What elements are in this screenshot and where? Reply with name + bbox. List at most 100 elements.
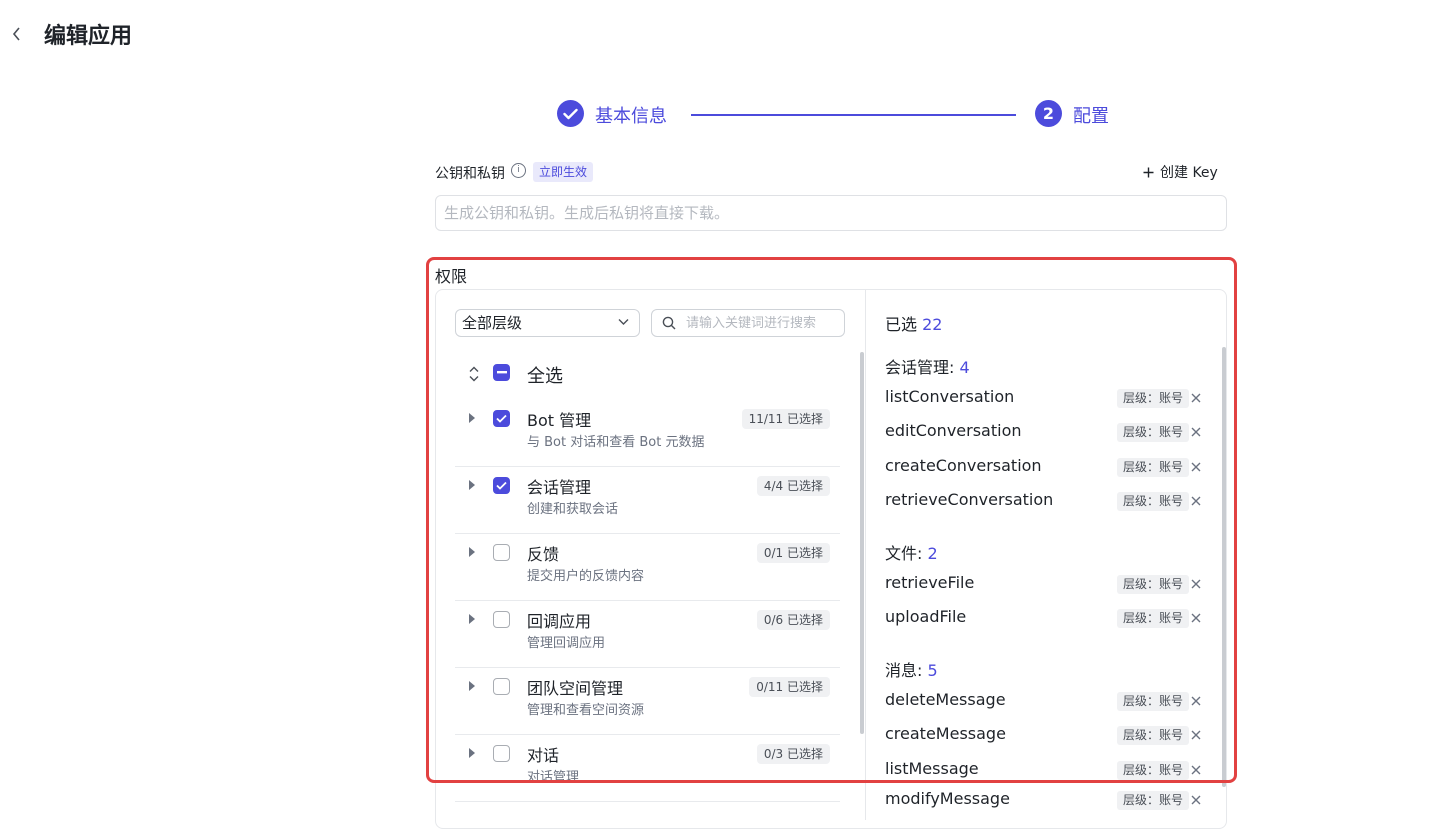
step-config-label: 配置 bbox=[1073, 106, 1109, 127]
group-name: 团队空间管理 bbox=[527, 679, 624, 698]
info-icon[interactable]: i bbox=[511, 163, 526, 178]
step-done-icon bbox=[557, 100, 584, 127]
panel-divider bbox=[865, 290, 866, 820]
plus-icon bbox=[1143, 167, 1154, 177]
divider bbox=[455, 734, 840, 735]
divider bbox=[455, 801, 840, 802]
remove-button[interactable] bbox=[1189, 726, 1203, 744]
step-basic-info-label[interactable]: 基本信息 bbox=[595, 102, 667, 128]
permission-group[interactable]: 会话管理 创建和获取会话 4/4 已选择 bbox=[455, 468, 840, 534]
remove-button[interactable] bbox=[1189, 791, 1203, 809]
group-count-badge: 0/6 已选择 bbox=[756, 610, 830, 630]
level-tag: 层级：账号 bbox=[1117, 726, 1190, 745]
selected-count: 已选 22 bbox=[885, 311, 942, 335]
level-tag: 层级：账号 bbox=[1117, 492, 1190, 511]
permissions-label: 权限 bbox=[435, 267, 468, 286]
permission-name: modifyMessage bbox=[885, 789, 1010, 808]
selected-permission: modifyMessage 层级：账号 bbox=[885, 789, 1205, 815]
remove-button[interactable] bbox=[1189, 458, 1203, 476]
back-button[interactable] bbox=[6, 22, 26, 46]
immediate-effect-tag: 立即生效 bbox=[533, 162, 594, 182]
close-icon bbox=[1191, 462, 1201, 472]
category-name: 会话管理: bbox=[885, 358, 955, 377]
group-count-badge: 4/4 已选择 bbox=[756, 476, 830, 496]
remove-button[interactable] bbox=[1189, 692, 1203, 710]
caret-right-icon[interactable] bbox=[467, 612, 477, 626]
group-checkbox[interactable] bbox=[493, 611, 510, 628]
step-number-badge: 2 bbox=[1035, 100, 1062, 127]
permission-name: createConversation bbox=[885, 456, 1042, 475]
group-description: 创建和获取会话 bbox=[527, 502, 619, 517]
search-box[interactable] bbox=[651, 309, 845, 337]
group-description: 提交用户的反馈内容 bbox=[527, 569, 645, 584]
caret-right-icon[interactable] bbox=[467, 545, 477, 559]
group-checkbox[interactable] bbox=[493, 410, 510, 427]
divider bbox=[455, 533, 840, 534]
create-key-button[interactable]: 创建 Key bbox=[1143, 162, 1218, 182]
remove-button[interactable] bbox=[1189, 761, 1203, 779]
level-select-value: 全部层级 bbox=[462, 314, 523, 332]
remove-button[interactable] bbox=[1189, 423, 1203, 441]
selected-label: 已选 bbox=[885, 315, 918, 334]
caret-right-icon[interactable] bbox=[467, 478, 477, 492]
permission-name: listConversation bbox=[885, 387, 1015, 406]
search-icon bbox=[662, 316, 676, 330]
close-icon bbox=[1191, 496, 1201, 506]
group-count-badge: 11/11 已选择 bbox=[741, 409, 830, 429]
select-all-checkbox[interactable] bbox=[493, 364, 510, 381]
permission-group[interactable]: 对话 对话管理 0/3 已选择 bbox=[455, 736, 840, 802]
group-description: 管理回调应用 bbox=[527, 636, 606, 651]
close-icon bbox=[1191, 765, 1201, 775]
group-name: 会话管理 bbox=[527, 478, 592, 497]
group-checkbox[interactable] bbox=[493, 678, 510, 695]
close-icon bbox=[1191, 730, 1201, 740]
check-icon bbox=[496, 481, 507, 490]
selected-permission: listConversation 层级：账号 bbox=[885, 387, 1205, 413]
permission-group[interactable]: 回调应用 管理回调应用 0/6 已选择 bbox=[455, 602, 840, 668]
level-select[interactable]: 全部层级 bbox=[455, 309, 640, 337]
selected-permission: listMessage 层级：账号 bbox=[885, 759, 1205, 785]
remove-button[interactable] bbox=[1189, 609, 1203, 627]
collapse-all-button[interactable] bbox=[465, 365, 483, 383]
select-all-label: 全选 bbox=[527, 366, 563, 387]
caret-right-icon[interactable] bbox=[467, 411, 477, 425]
group-checkbox[interactable] bbox=[493, 745, 510, 762]
selected-permission: editConversation 层级：账号 bbox=[885, 421, 1205, 447]
selected-permission: createMessage 层级：账号 bbox=[885, 724, 1205, 750]
group-checkbox[interactable] bbox=[493, 544, 510, 561]
category-title: 消息: 5 bbox=[885, 657, 938, 681]
close-icon bbox=[1191, 579, 1201, 589]
close-icon bbox=[1191, 696, 1201, 706]
permission-name: uploadFile bbox=[885, 607, 967, 626]
group-description: 与 Bot 对话和查看 Bot 元数据 bbox=[527, 435, 705, 450]
group-checkbox[interactable] bbox=[493, 477, 510, 494]
chevron-left-icon bbox=[12, 27, 20, 41]
group-name: Bot 管理 bbox=[527, 411, 592, 430]
level-tag: 层级：账号 bbox=[1117, 692, 1190, 711]
remove-button[interactable] bbox=[1189, 492, 1203, 510]
permission-group[interactable]: Bot 管理 与 Bot 对话和查看 Bot 元数据 11/11 已选择 bbox=[455, 401, 840, 467]
permission-group[interactable]: 反馈 提交用户的反馈内容 0/1 已选择 bbox=[455, 535, 840, 601]
left-scrollbar[interactable] bbox=[860, 352, 864, 734]
level-tag: 层级：账号 bbox=[1117, 423, 1190, 442]
category-title: 文件: 2 bbox=[885, 540, 938, 564]
caret-right-icon[interactable] bbox=[467, 746, 477, 760]
group-name: 回调应用 bbox=[527, 612, 592, 631]
group-name: 对话 bbox=[527, 746, 560, 765]
permission-group[interactable]: 团队空间管理 管理和查看空间资源 0/11 已选择 bbox=[455, 669, 840, 735]
right-scrollbar[interactable] bbox=[1222, 347, 1226, 787]
check-icon bbox=[496, 414, 507, 423]
caret-right-icon[interactable] bbox=[467, 679, 477, 693]
page-title: 编辑应用 bbox=[44, 24, 133, 49]
remove-button[interactable] bbox=[1189, 575, 1203, 593]
remove-button[interactable] bbox=[1189, 389, 1203, 407]
group-count-badge: 0/1 已选择 bbox=[756, 543, 830, 563]
close-icon bbox=[1191, 393, 1201, 403]
search-input[interactable] bbox=[684, 314, 838, 332]
selected-permission: deleteMessage 层级：账号 bbox=[885, 690, 1205, 716]
key-input[interactable] bbox=[435, 195, 1227, 231]
level-tag: 层级：账号 bbox=[1117, 575, 1190, 594]
level-tag: 层级：账号 bbox=[1117, 609, 1190, 628]
divider bbox=[455, 667, 840, 668]
permission-name: editConversation bbox=[885, 421, 1022, 440]
